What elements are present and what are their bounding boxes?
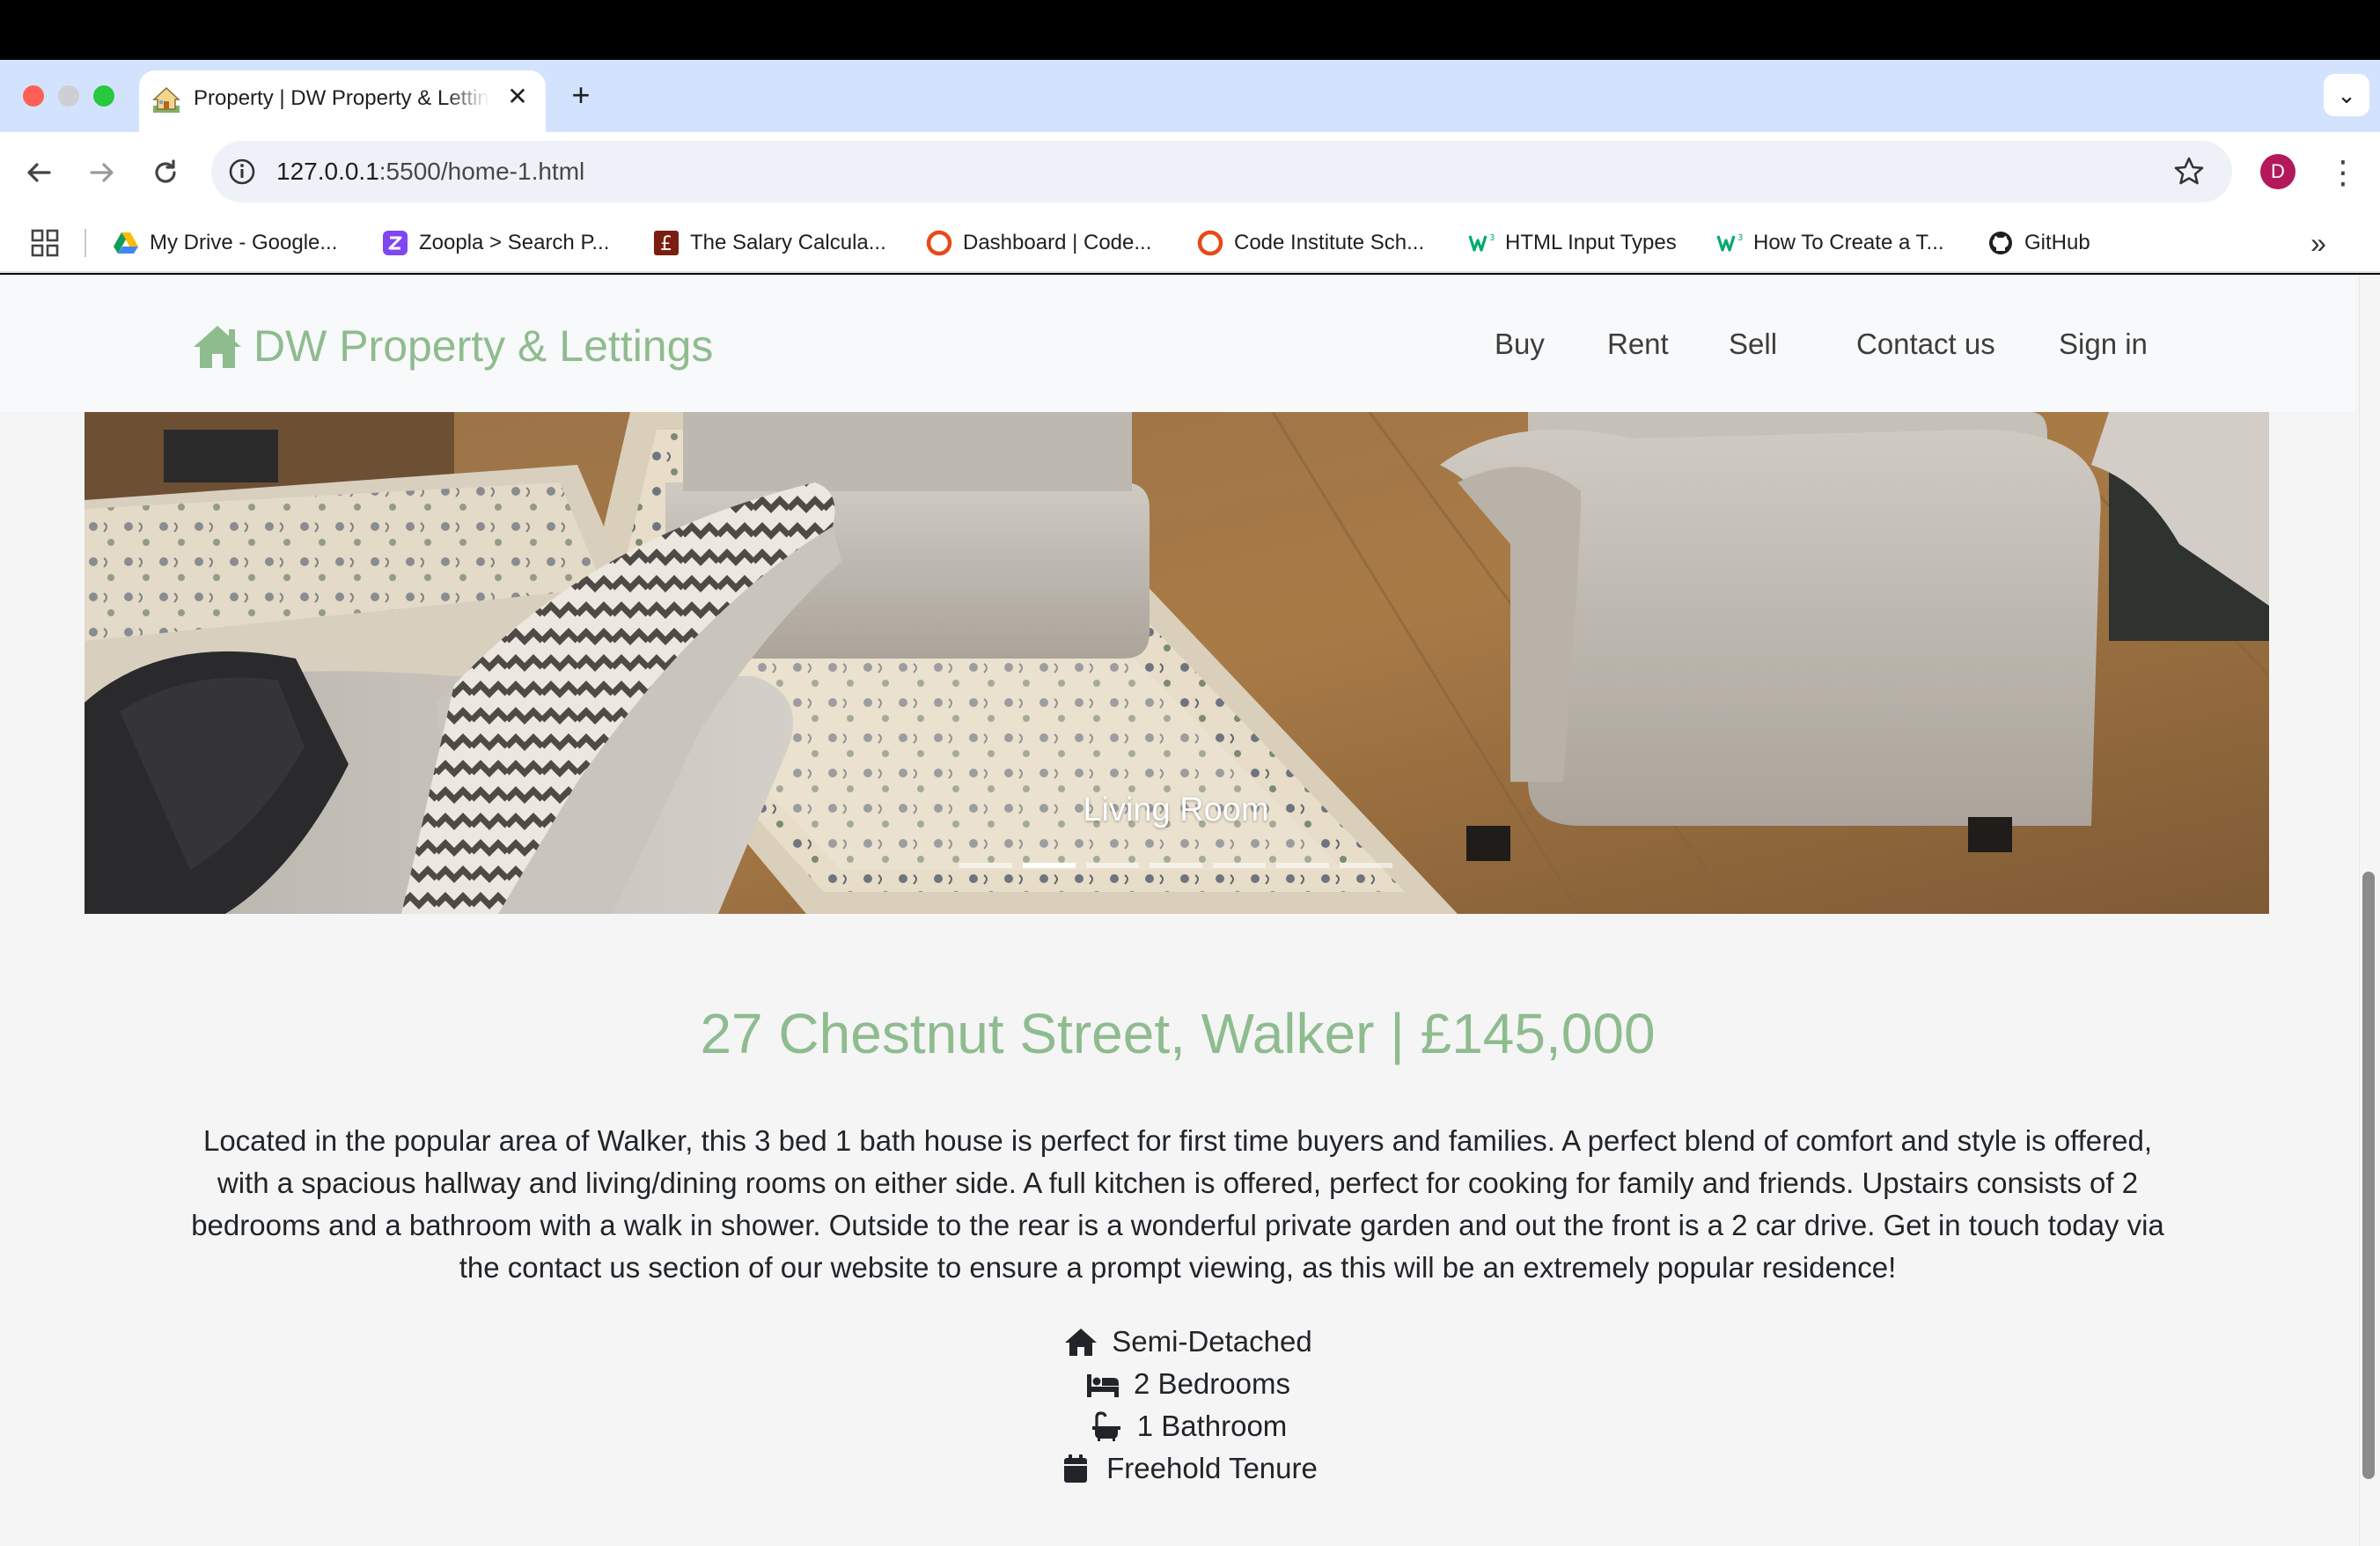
url-path: :5500/home-1.html bbox=[378, 158, 585, 185]
carousel-indicator[interactable] bbox=[1150, 863, 1202, 868]
nav-rent[interactable]: Rent bbox=[1607, 322, 1669, 366]
code-institute-icon bbox=[926, 230, 952, 256]
window-zoom-button[interactable] bbox=[93, 85, 114, 107]
new-tab-button[interactable]: + bbox=[563, 77, 599, 113]
bookmark-html-input-types[interactable]: 3 HTML Input Types bbox=[1468, 225, 1677, 261]
profile-avatar[interactable]: D bbox=[2260, 154, 2296, 189]
bookmark-code-institute[interactable]: Code Institute Sch... bbox=[1197, 225, 1424, 261]
feature-bathrooms: 1 Bathroom bbox=[0, 1407, 2376, 1446]
github-icon bbox=[1989, 232, 2012, 254]
carousel-caption: Living Room bbox=[1083, 791, 1269, 828]
w3schools-icon: 3 bbox=[1716, 233, 1743, 252]
bookmark-label: How To Create a T... bbox=[1753, 231, 1944, 254]
bookmark-my-drive[interactable]: My Drive - Google... bbox=[113, 225, 337, 261]
url-host: 127.0.0.1 bbox=[276, 158, 379, 185]
tab-title: Property | DW Property & Lettings bbox=[194, 86, 489, 110]
house-favicon-icon bbox=[152, 86, 180, 113]
zoopla-icon bbox=[383, 231, 408, 255]
bookmark-salary-calculator[interactable]: £ The Salary Calcula... bbox=[653, 225, 886, 261]
bookmark-zoopla[interactable]: Zoopla > Search P... bbox=[382, 225, 609, 261]
pound-icon: £ bbox=[654, 231, 679, 255]
window-minimize-button[interactable] bbox=[58, 85, 79, 107]
nav-buy[interactable]: Buy bbox=[1495, 322, 1545, 366]
tab-close-icon[interactable]: ✕ bbox=[502, 81, 533, 113]
carousel-indicator-active[interactable] bbox=[1023, 863, 1076, 868]
house-icon bbox=[1065, 1329, 1098, 1356]
bookmark-label: My Drive - Google... bbox=[150, 231, 338, 254]
svg-text:3: 3 bbox=[1737, 233, 1743, 243]
more-bookmarks-icon[interactable]: » bbox=[2301, 225, 2336, 261]
url-text[interactable]: 127.0.0.1:5500/home-1.html bbox=[276, 156, 584, 188]
feature-tenure: Freehold Tenure bbox=[0, 1449, 2376, 1488]
bookmark-label: Dashboard | Code... bbox=[963, 231, 1152, 254]
bookmarks-divider bbox=[84, 229, 86, 257]
bookmark-how-to-create[interactable]: 3 How To Create a T... bbox=[1716, 225, 1944, 261]
carousel-indicator[interactable] bbox=[1213, 863, 1266, 868]
tab-search-menu-button[interactable]: ⌄ bbox=[2324, 74, 2369, 116]
living-room-photo bbox=[84, 412, 2269, 914]
bath-icon bbox=[1091, 1411, 1120, 1441]
carousel-indicator[interactable] bbox=[959, 863, 1012, 868]
feature-label: Semi-Detached bbox=[1112, 1325, 1312, 1358]
bookmark-github[interactable]: GitHub bbox=[1987, 225, 2090, 261]
bookmark-label: GitHub bbox=[2024, 231, 2090, 254]
code-institute-icon bbox=[1197, 230, 1223, 256]
apps-grid-icon[interactable] bbox=[30, 228, 60, 258]
feature-bedrooms: 2 Bedrooms bbox=[0, 1365, 2376, 1403]
feature-label: 1 Bathroom bbox=[1136, 1410, 1288, 1442]
carousel-indicator[interactable] bbox=[1086, 863, 1139, 868]
feature-label: Freehold Tenure bbox=[1106, 1452, 1318, 1484]
back-arrow-icon[interactable] bbox=[19, 153, 58, 192]
site-brand-link[interactable]: DW Property & Lettings bbox=[192, 317, 713, 375]
nav-contact-us[interactable]: Contact us bbox=[1856, 322, 1995, 366]
site-info-icon[interactable] bbox=[225, 155, 259, 188]
bookmark-star-icon[interactable] bbox=[2171, 153, 2207, 190]
bookmark-label: Zoopla > Search P... bbox=[419, 231, 610, 254]
property-title: 27 Chestnut Street, Walker | £145,000 bbox=[700, 1002, 1656, 1065]
w3schools-icon: 3 bbox=[1468, 233, 1495, 252]
reload-icon[interactable] bbox=[146, 153, 185, 192]
property-description: Located in the popular area of Walker, t… bbox=[191, 1124, 2164, 1284]
window-close-button[interactable] bbox=[23, 85, 44, 107]
svg-text:£: £ bbox=[660, 233, 672, 255]
bookmark-dashboard[interactable]: Dashboard | Code... bbox=[926, 225, 1151, 261]
bookmark-label: Code Institute Sch... bbox=[1234, 231, 1425, 254]
house-icon bbox=[194, 326, 241, 368]
bed-icon bbox=[1087, 1374, 1120, 1397]
screen-top-bar bbox=[0, 0, 2380, 60]
bookmark-label: HTML Input Types bbox=[1505, 231, 1677, 254]
nav-sign-in[interactable]: Sign in bbox=[2059, 322, 2148, 366]
google-drive-icon bbox=[114, 232, 138, 254]
brand-name: DW Property & Lettings bbox=[253, 321, 714, 371]
calendar-icon bbox=[1064, 1454, 1088, 1483]
svg-text:3: 3 bbox=[1489, 233, 1495, 243]
carousel-indicator[interactable] bbox=[1340, 863, 1392, 868]
bookmark-label: The Salary Calcula... bbox=[690, 231, 886, 254]
forward-arrow-icon[interactable] bbox=[83, 153, 121, 192]
nav-sell[interactable]: Sell bbox=[1729, 322, 1777, 366]
feature-property-type: Semi-Detached bbox=[0, 1322, 2376, 1361]
browser-menu-icon[interactable]: ⋮ bbox=[2327, 153, 2359, 192]
feature-label: 2 Bedrooms bbox=[1134, 1367, 1290, 1400]
carousel-indicator[interactable] bbox=[1276, 863, 1329, 868]
property-carousel[interactable] bbox=[84, 412, 2269, 914]
